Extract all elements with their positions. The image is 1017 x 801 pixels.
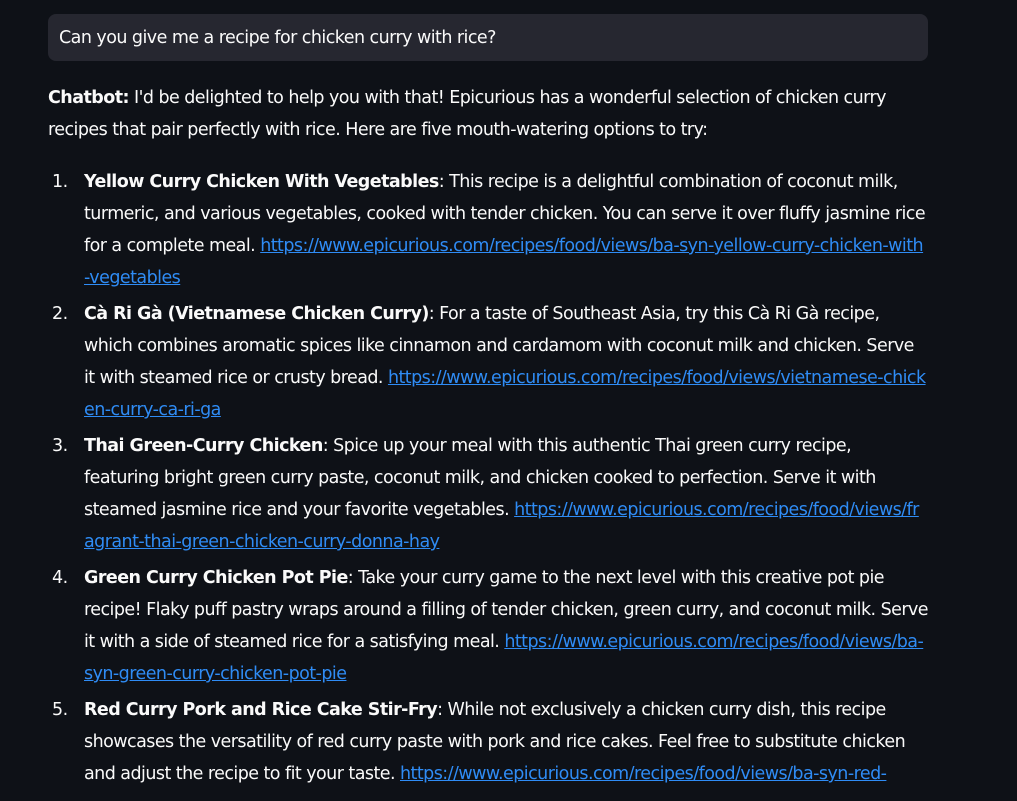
user-message-text: Can you give me a recipe for chicken cur… (59, 28, 496, 48)
recipe-list: 1. Yellow Curry Chicken With Vegetables: … (48, 166, 929, 790)
recipe-title: Green Curry Chicken Pot Pie (84, 568, 348, 588)
recipe-title: Cà Ri Gà (Vietnamese Chicken Curry) (84, 304, 429, 324)
user-message: Can you give me a recipe for chicken cur… (48, 14, 928, 61)
item-number: 1. (52, 172, 68, 192)
item-number: 3. (52, 436, 68, 456)
assistant-reply: Chatbot: I'd be delighted to help you wi… (48, 82, 929, 794)
recipe-link[interactable]: https://www.epicurious.com/recipes/food/… (400, 764, 887, 784)
item-number: 2. (52, 304, 68, 324)
recipe-title: Red Curry Pork and Rice Cake Stir-Fry (84, 700, 438, 720)
item-number: 4. (52, 568, 68, 588)
recipe-item: 4. Green Curry Chicken Pot Pie: Take your… (48, 562, 929, 690)
recipe-item: 5. Red Curry Pork and Rice Cake Stir-Fry:… (48, 694, 928, 790)
item-number: 5. (52, 700, 68, 720)
reply-intro: Chatbot: I'd be delighted to help you wi… (48, 82, 908, 146)
recipe-item: 1. Yellow Curry Chicken With Vegetables: … (48, 166, 928, 294)
recipe-item: 3. Thai Green-Curry Chicken: Spice up you… (48, 430, 928, 558)
recipe-item: 2. Cà Ri Gà (Vietnamese Chicken Curry): F… (48, 298, 928, 426)
speaker-label: Chatbot: (48, 88, 130, 108)
chat-area: Can you give me a recipe for chicken cur… (0, 0, 1017, 801)
intro-text: I'd be delighted to help you with that! … (48, 88, 886, 140)
recipe-title: Yellow Curry Chicken With Vegetables (84, 172, 439, 192)
recipe-title: Thai Green-Curry Chicken (84, 436, 323, 456)
